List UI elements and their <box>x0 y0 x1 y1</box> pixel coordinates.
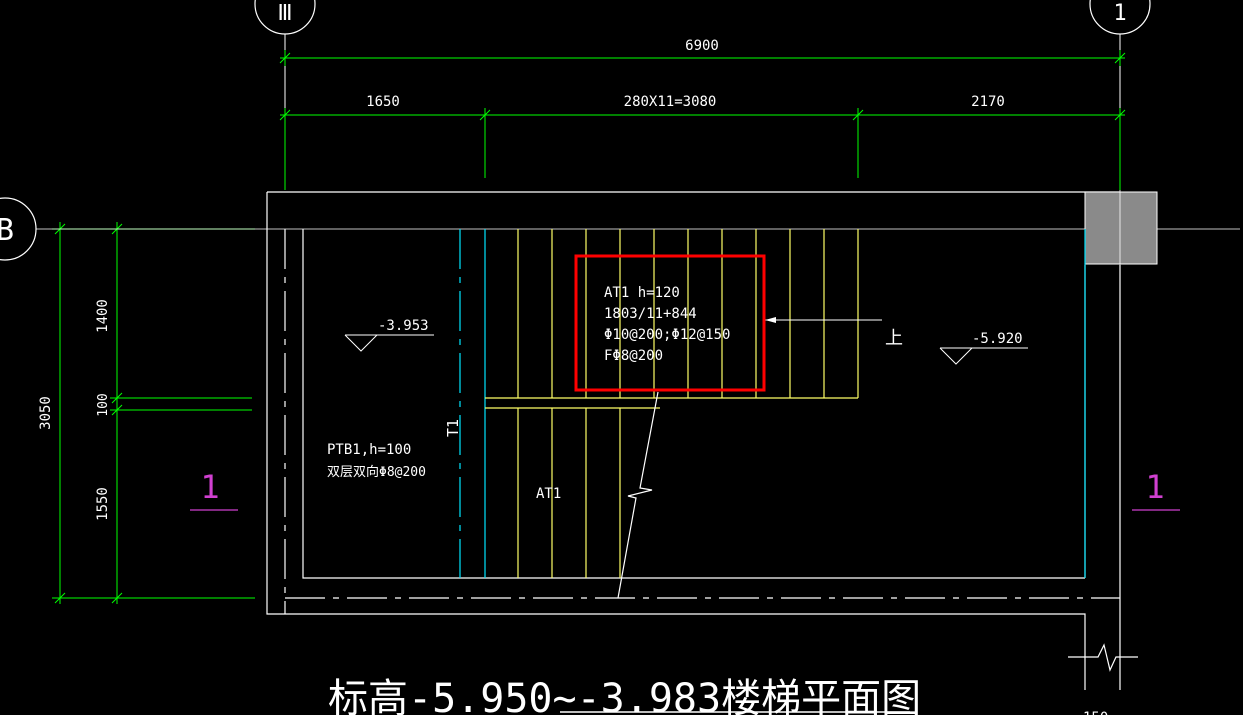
dim-vert-bottom-label: 1550 <box>95 487 111 521</box>
section-left-label: 1 <box>200 468 219 506</box>
axis-label-top-right: 1 <box>1113 1 1126 26</box>
dim-right-seg-label: 2170 <box>971 94 1005 110</box>
stair-at1-label: AT1 <box>536 486 561 502</box>
elevation-left-label: -3.953 <box>378 318 429 334</box>
callout-line-2: 1803/11+844 <box>604 306 697 322</box>
dim-mid-seg-label: 280X11=3080 <box>624 94 717 110</box>
dim-left-seg-label: 1650 <box>366 94 400 110</box>
axis-label-left: B <box>0 213 14 248</box>
cad-drawing-canvas[interactable]: Ⅲ 1 B 6900 1650 280X11=3080 2170 1400 10… <box>0 0 1243 715</box>
axis-label-top-left: Ⅲ <box>277 1 292 26</box>
callout-line-4: FΦ8@200 <box>604 348 663 364</box>
bottom-right-partial-label: 150 <box>1083 710 1108 715</box>
slab-label-1: PTB1,h=100 <box>327 442 411 458</box>
dim-vert-top-label: 1400 <box>95 299 111 333</box>
drawing-title: 标高-5.950~-3.983楼梯平面图 <box>328 676 921 715</box>
elevation-right-label: -5.920 <box>972 331 1023 347</box>
beam-t1-label: T1 <box>444 419 462 437</box>
callout-line-3: Φ10@200;Φ12@150 <box>604 327 730 343</box>
up-label: 上 <box>885 328 903 349</box>
dim-vert-total-label: 3050 <box>38 396 54 430</box>
dim-vert-mid-label: 100 <box>96 393 111 416</box>
callout-line-1: AT1 h=120 <box>604 285 680 301</box>
slab-label-2: 双层双向Φ8@200 <box>327 464 426 480</box>
dim-overall-label: 6900 <box>685 38 719 54</box>
section-right-label: 1 <box>1145 468 1164 506</box>
column-corner <box>1084 191 1158 265</box>
